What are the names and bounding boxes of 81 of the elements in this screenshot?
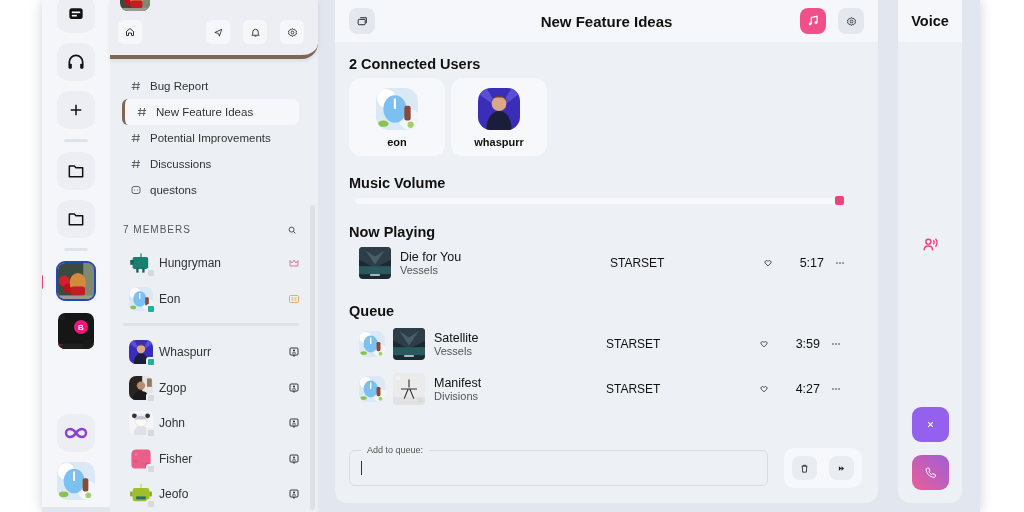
track-duration: 3:59 [794, 336, 820, 351]
section-heading: 2 Connected Users [349, 55, 482, 74]
member-name[interactable]: Fisher [159, 451, 288, 466]
artist-name: STARSET [606, 381, 662, 396]
forum-icon [130, 183, 142, 196]
call-button[interactable] [911, 455, 949, 490]
heart-icon [763, 258, 773, 268]
hash-icon [130, 79, 142, 92]
send-icon [212, 26, 224, 38]
member-name[interactable]: Whaspurr [159, 345, 288, 360]
send-button[interactable] [206, 20, 230, 44]
album-name: Vessels [434, 344, 473, 357]
close-button[interactable] [911, 407, 949, 442]
person-card-icon [288, 417, 300, 430]
channel-title: New Feature Ideas [539, 12, 674, 30]
members-heading: 7 MEMBERS [123, 224, 191, 236]
member-name[interactable]: Zgop [159, 380, 288, 395]
folder-button[interactable] [57, 200, 95, 238]
user-name: eon [387, 136, 407, 148]
chat-bubbles-icon [355, 14, 369, 28]
section-heading: Queue [349, 302, 396, 321]
settings-icon [845, 15, 857, 27]
channel-item[interactable]: Bug Report [110, 72, 299, 99]
channel-item[interactable]: Potential Improvements [110, 124, 299, 151]
notifications-button[interactable] [243, 20, 267, 44]
settings-button[interactable] [838, 8, 864, 34]
search-icon [287, 224, 297, 235]
home-icon [124, 26, 136, 38]
member-name[interactable]: Jeofo [159, 487, 288, 502]
track-duration: 4:27 [794, 381, 820, 396]
heart-icon [759, 338, 769, 349]
album-name: Divisions [434, 389, 479, 402]
trash-icon [799, 462, 810, 474]
member-name[interactable]: Eon [159, 291, 288, 306]
headphones-button[interactable] [57, 43, 95, 81]
crown-icon [288, 257, 300, 270]
track-title: Die for You [400, 250, 463, 264]
chat-button[interactable] [57, 0, 95, 33]
hash-icon [130, 131, 142, 144]
home-button[interactable] [118, 20, 142, 44]
music-icon [806, 14, 820, 28]
member-name[interactable]: Hungryman [159, 256, 288, 271]
slider-thumb[interactable] [835, 196, 845, 205]
channel-item[interactable]: questons [110, 176, 299, 203]
speaking-person-icon [921, 236, 939, 253]
user-avatar[interactable] [57, 462, 95, 500]
heart-icon [759, 383, 769, 394]
channel-item[interactable]: Discussions [110, 150, 299, 177]
track-duration: 5:17 [798, 256, 824, 270]
bell-icon [249, 26, 261, 38]
album-name: Vessels [400, 264, 439, 276]
panel-title: Voice [911, 13, 949, 29]
music-button[interactable] [800, 8, 826, 34]
add-button[interactable] [57, 91, 95, 129]
person-card-icon [288, 381, 300, 394]
chat-toggle-button[interactable] [349, 8, 375, 34]
artist-name: STARSET [606, 336, 662, 351]
folder-button[interactable] [57, 152, 95, 190]
member-name[interactable]: John [159, 416, 288, 431]
settings-icon [286, 26, 298, 38]
clear-queue-button[interactable] [792, 456, 817, 480]
id-card-icon [288, 292, 300, 305]
infinity-button[interactable] [57, 414, 95, 452]
person-card-icon [288, 452, 300, 465]
track-title: Manifest [434, 375, 483, 390]
hash-icon [136, 105, 148, 118]
section-heading: Now Playing [349, 223, 437, 242]
hash-icon [130, 157, 142, 170]
section-heading: Music Volume [349, 174, 447, 193]
server-icon[interactable]: B [56, 311, 96, 351]
skip-button[interactable] [829, 456, 854, 480]
phone-icon [923, 466, 937, 479]
track-title: Satellite [434, 330, 480, 345]
channel-item[interactable]: New Feature Ideas [122, 98, 299, 125]
artist-name: STARSET [610, 256, 666, 270]
person-card-icon [288, 488, 300, 501]
headphones-icon [66, 52, 86, 72]
user-name: whaspurr [474, 136, 524, 148]
volume-slider[interactable] [355, 198, 844, 204]
settings-button[interactable] [280, 20, 304, 44]
person-card-icon [288, 346, 300, 359]
